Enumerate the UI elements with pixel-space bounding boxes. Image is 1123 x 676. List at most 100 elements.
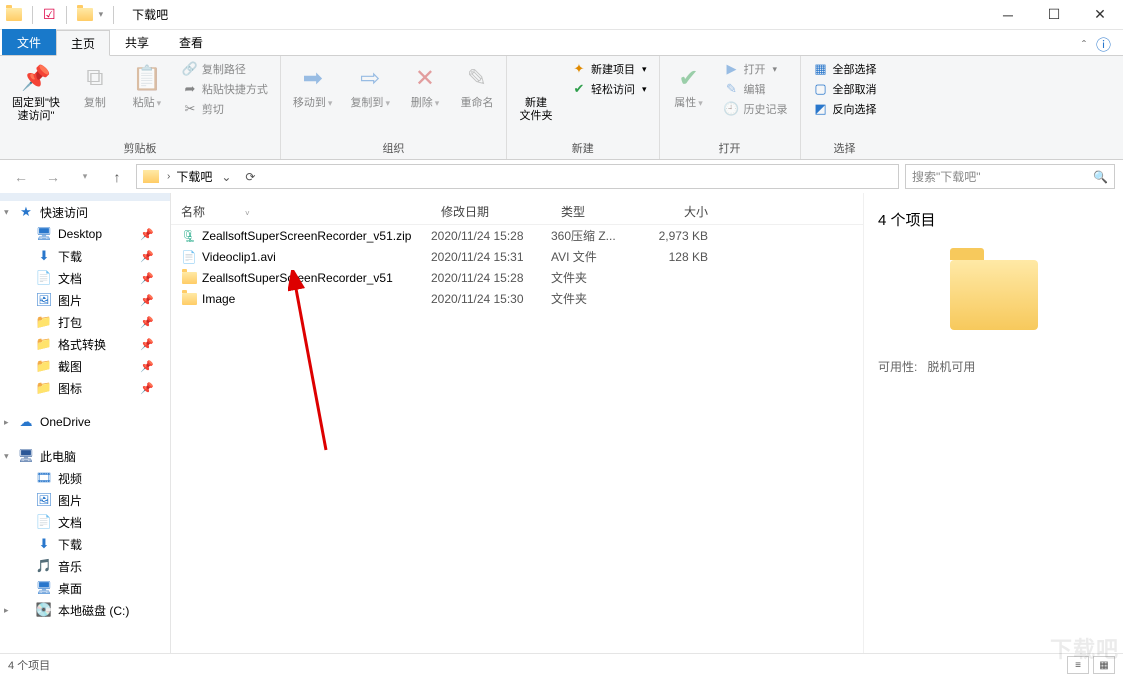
- item-icon: 📁: [36, 314, 52, 330]
- column-date[interactable]: 修改日期: [431, 203, 551, 220]
- sidebar-item-label: 图片: [58, 492, 82, 509]
- file-row[interactable]: ZeallsoftSuperScreenRecorder_v512020/11/…: [171, 267, 863, 288]
- file-row[interactable]: Image2020/11/24 15:30文件夹: [171, 288, 863, 309]
- select-none-button[interactable]: ▢全部取消: [809, 80, 881, 98]
- navigation-row: ← → ▾ ↑ › 下载吧 ⌄ ⟳ 搜索"下载吧" 🔍: [0, 160, 1123, 193]
- sidebar-item[interactable]: 🎞视频: [0, 467, 170, 489]
- sidebar-item[interactable]: 🖼图片📌: [0, 289, 170, 311]
- details-pane: 4 个项目 可用性: 脱机可用: [863, 193, 1123, 653]
- column-type[interactable]: 类型: [551, 203, 636, 220]
- file-type: 文件夹: [551, 290, 636, 307]
- delete-button[interactable]: ✕删除: [404, 60, 446, 112]
- open-button[interactable]: ▶打开▾: [720, 60, 792, 78]
- copy-to-button[interactable]: ⇨复制到: [346, 60, 394, 112]
- file-row[interactable]: 📄Videoclip1.avi2020/11/24 15:31AVI 文件128…: [171, 246, 863, 267]
- checkbox-icon[interactable]: ☑: [43, 6, 56, 23]
- new-folder-button[interactable]: 新建 文件夹: [515, 60, 557, 125]
- help-icon[interactable]: ⓘ: [1096, 34, 1111, 55]
- maximize-button[interactable]: ☐: [1031, 0, 1077, 30]
- forward-button[interactable]: →: [40, 164, 66, 190]
- select-all-button[interactable]: ▦全部选择: [809, 60, 881, 78]
- collapse-ribbon-icon[interactable]: ˆ: [1082, 38, 1086, 52]
- pin-quick-access-button[interactable]: 📌 固定到"快 速访问": [8, 60, 64, 125]
- sidebar-item[interactable]: 📁截图📌: [0, 355, 170, 377]
- column-size[interactable]: 大小: [636, 203, 726, 220]
- sidebar-item[interactable]: 🖼图片: [0, 489, 170, 511]
- pin-icon: 📌: [20, 62, 52, 94]
- edit-button[interactable]: ✎编辑: [720, 80, 792, 98]
- sidebar-onedrive[interactable]: ▸ ☁ OneDrive: [0, 411, 170, 433]
- rename-button[interactable]: ✎重命名: [456, 60, 498, 112]
- view-large-icons-button[interactable]: ▦: [1093, 656, 1115, 674]
- item-icon: ⬇: [36, 536, 52, 552]
- minimize-button[interactable]: ─: [985, 0, 1031, 30]
- copy-button[interactable]: ⧉ 复制: [74, 60, 116, 112]
- expand-icon[interactable]: ▸: [1, 210, 12, 215]
- address-bar[interactable]: › 下载吧 ⌄ ⟳: [136, 164, 899, 189]
- cut-button[interactable]: ✂剪切: [178, 100, 272, 118]
- file-name: ZeallsoftSuperScreenRecorder_v51: [202, 271, 393, 285]
- column-name[interactable]: 名称˅: [171, 203, 431, 220]
- pin-icon: 📌: [140, 272, 154, 285]
- sidebar-item-label: 打包: [58, 314, 82, 331]
- sidebar-quick-access[interactable]: ▸ ★ 快速访问: [0, 201, 170, 223]
- refresh-icon[interactable]: ⟳: [238, 170, 262, 184]
- search-input[interactable]: 搜索"下载吧" 🔍: [905, 164, 1115, 189]
- sidebar-item[interactable]: 📁 打包 📌: [0, 311, 170, 333]
- ribbon-group-new: 新建 文件夹 ✦新建项目▾ ✔轻松访问▾ 新建: [507, 56, 660, 159]
- sidebar-item[interactable]: ⬇下载📌: [0, 245, 170, 267]
- sidebar-item-label: 视频: [58, 470, 82, 487]
- history-button[interactable]: 🕘历史记录: [720, 100, 792, 118]
- search-placeholder: 搜索"下载吧": [912, 168, 981, 185]
- sidebar-item[interactable]: 📁格式转换📌: [0, 333, 170, 355]
- sidebar-item[interactable]: 🎵音乐: [0, 555, 170, 577]
- qat-dropdown-icon[interactable]: ▾: [99, 9, 104, 20]
- close-button[interactable]: ✕: [1077, 0, 1123, 30]
- cloud-icon: ☁: [18, 414, 34, 430]
- properties-button[interactable]: ✔属性: [668, 60, 710, 112]
- pin-icon: 📌: [140, 316, 154, 329]
- history-dropdown[interactable]: ▾: [72, 164, 98, 190]
- search-icon[interactable]: 🔍: [1093, 170, 1108, 184]
- sidebar-item[interactable]: ▸💽本地磁盘 (C:): [0, 599, 170, 621]
- up-button[interactable]: ↑: [104, 164, 130, 190]
- expand-icon[interactable]: ▸: [4, 605, 9, 616]
- paste-shortcut-button[interactable]: ➦粘贴快捷方式: [178, 80, 272, 98]
- sidebar-item[interactable]: ⬇下载: [0, 533, 170, 555]
- rename-icon: ✎: [461, 62, 493, 94]
- group-label-new: 新建: [515, 138, 651, 159]
- sidebar-item[interactable]: 📁图标📌: [0, 377, 170, 399]
- chevron-right-icon[interactable]: ›: [163, 171, 174, 182]
- explorer-icon[interactable]: [77, 8, 93, 21]
- item-count: 4 个项目: [878, 209, 1109, 230]
- copy-path-button[interactable]: 🔗复制路径: [178, 60, 272, 78]
- main-area: ▸ ★ 快速访问 🖥Desktop📌⬇下载📌📄文档📌🖼图片📌📁打包📌📁格式转换📌…: [0, 193, 1123, 653]
- back-button[interactable]: ←: [8, 164, 34, 190]
- tab-share[interactable]: 共享: [110, 29, 164, 55]
- sidebar-item[interactable]: 🖥桌面: [0, 577, 170, 599]
- sidebar-this-pc[interactable]: ▸ 🖥 此电脑: [0, 445, 170, 467]
- tab-view[interactable]: 查看: [164, 29, 218, 55]
- large-folder-icon: [950, 260, 1038, 330]
- sidebar-item[interactable]: 📄文档: [0, 511, 170, 533]
- invert-selection-button[interactable]: ◩反向选择: [809, 100, 881, 118]
- sidebar-item[interactable]: 📄文档📌: [0, 267, 170, 289]
- move-to-button[interactable]: ➡移动到: [289, 60, 337, 112]
- sidebar-label: 快速访问: [40, 204, 88, 221]
- address-dropdown-icon[interactable]: ⌄: [214, 170, 238, 184]
- ribbon-group-organize: ➡移动到 ⇨复制到 ✕删除 ✎重命名 组织: [281, 56, 507, 159]
- new-item-button[interactable]: ✦新建项目▾: [567, 60, 651, 78]
- sidebar-item-label: 图片: [58, 292, 82, 309]
- paste-icon: 📋: [131, 62, 163, 94]
- sidebar-item[interactable]: 🖥Desktop📌: [0, 223, 170, 245]
- expand-icon[interactable]: ▸: [1, 454, 12, 459]
- easy-access-button[interactable]: ✔轻松访问▾: [567, 80, 651, 98]
- folder-icon: [182, 272, 197, 284]
- paste-button[interactable]: 📋 粘贴: [126, 60, 168, 112]
- breadcrumb[interactable]: 下载吧: [174, 168, 214, 185]
- expand-icon[interactable]: ▸: [4, 417, 9, 428]
- file-row[interactable]: 🗜ZeallsoftSuperScreenRecorder_v51.zip202…: [171, 225, 863, 246]
- tab-home[interactable]: 主页: [56, 30, 110, 56]
- tab-file[interactable]: 文件: [2, 29, 56, 55]
- view-details-button[interactable]: ≡: [1067, 656, 1089, 674]
